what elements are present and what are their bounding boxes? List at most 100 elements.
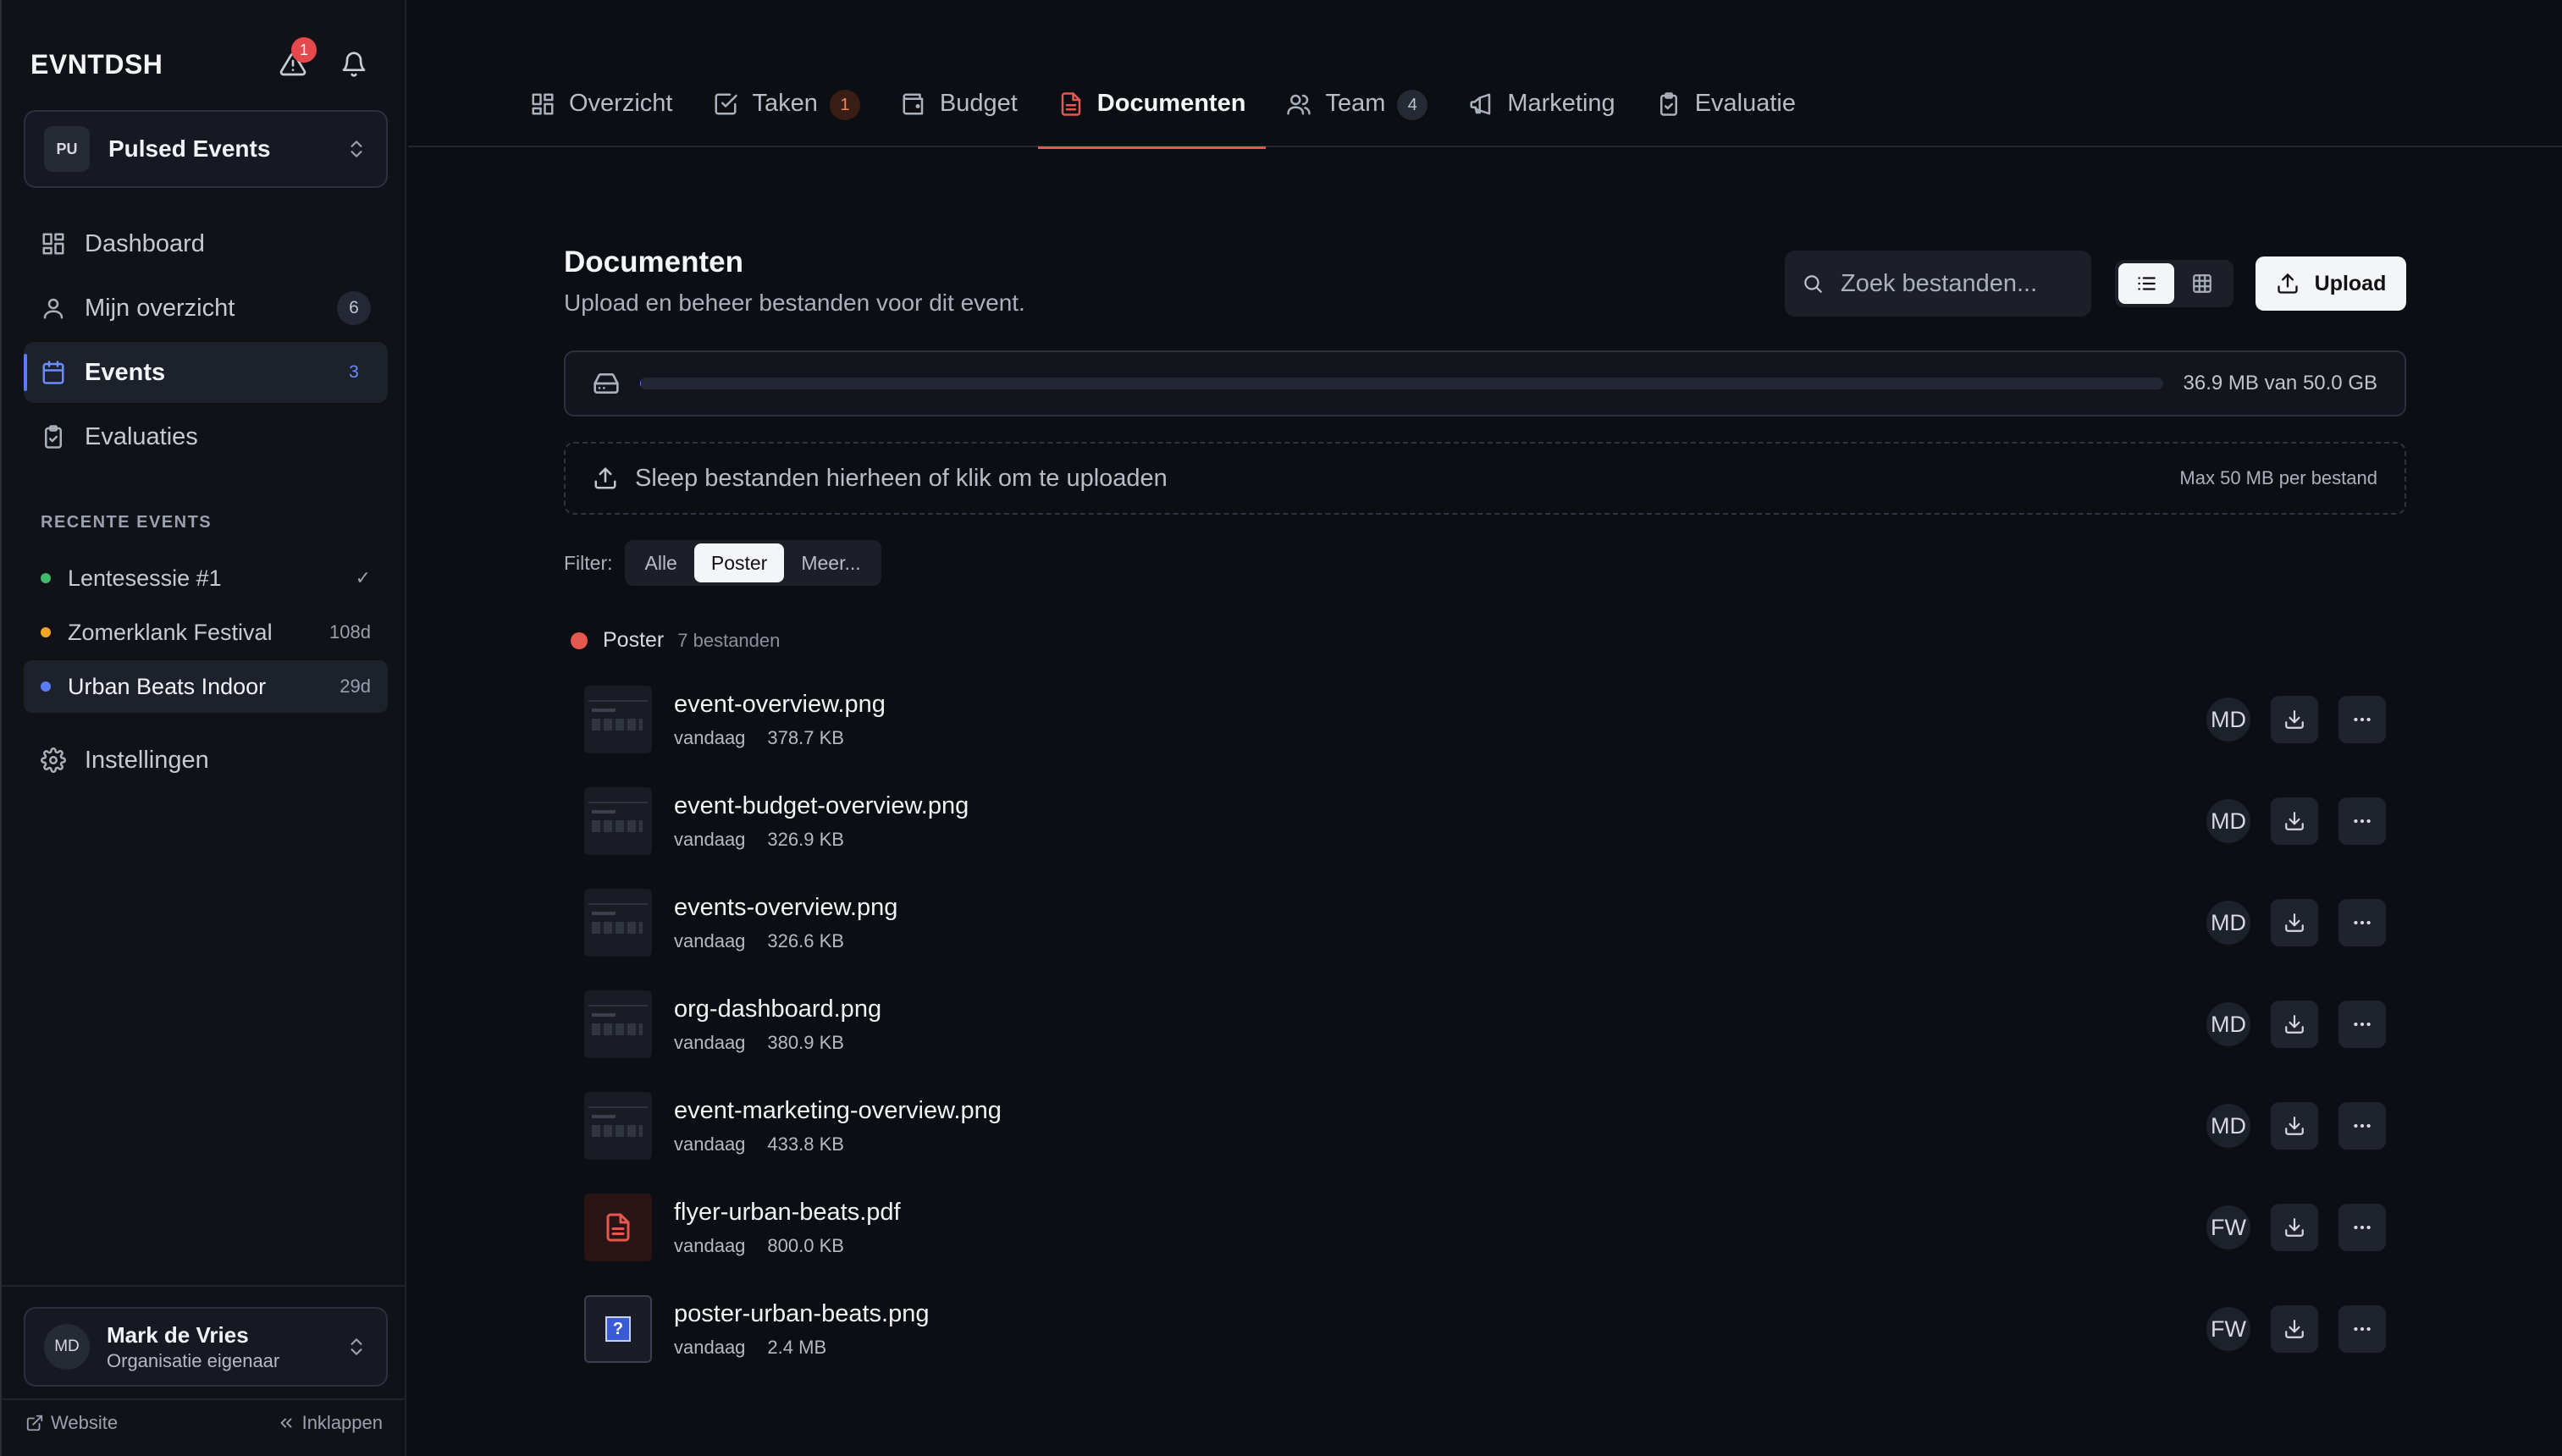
more-options-button[interactable]: [2338, 899, 2386, 946]
more-horizontal-icon: [2354, 819, 2371, 824]
filter-chips: Alle Poster Meer...: [624, 540, 881, 586]
nav-item-evaluaties[interactable]: Evaluaties: [24, 406, 388, 467]
tab-label: Evaluatie: [1694, 90, 1796, 117]
brand-row: EVNTDSH 1: [30, 37, 384, 88]
file-name[interactable]: event-budget-overview.png: [674, 792, 969, 820]
user-menu[interactable]: MD Mark de Vries Organisatie eigenaar: [24, 1307, 388, 1387]
file-name[interactable]: org-dashboard.png: [674, 995, 881, 1023]
file-date: vandaag: [674, 1234, 746, 1256]
more-options-button[interactable]: [2338, 1001, 2386, 1048]
dropzone-max-size: Max 50 MB per bestand: [2179, 467, 2377, 488]
file-name[interactable]: events-overview.png: [674, 894, 897, 922]
file-row[interactable]: flyer-urban-beats.pdf vandaag 800.0 KB FW: [564, 1177, 2406, 1278]
website-link[interactable]: Website: [25, 1412, 118, 1434]
tab-budget[interactable]: Budget: [881, 74, 1038, 147]
more-options-button[interactable]: [2338, 1204, 2386, 1251]
filter-chip-alle[interactable]: Alle: [628, 543, 694, 582]
file-date: vandaag: [674, 1133, 746, 1155]
nav-item-instellingen[interactable]: Instellingen: [24, 730, 388, 791]
file-row[interactable]: event-overview.png vandaag 378.7 KB MD: [564, 669, 2406, 770]
bell-icon: [342, 52, 366, 77]
recent-events-list: Lentesessie #1 ✓ Zomerklank Festival 108…: [24, 552, 388, 714]
owner-avatar: MD: [2206, 799, 2250, 843]
download-icon: [2285, 1117, 2304, 1135]
tab-count-badge: 4: [1397, 90, 1428, 120]
grid-icon: [2193, 274, 2211, 293]
search-input[interactable]: Zoek bestanden...: [1785, 251, 2091, 317]
nav-label: Evaluaties: [85, 422, 198, 450]
more-options-button[interactable]: [2338, 797, 2386, 845]
tab-evaluatie[interactable]: Evaluatie: [1636, 74, 1816, 147]
upload-dropzone[interactable]: Sleep bestanden hierheen of klik om te u…: [564, 442, 2406, 515]
owner-avatar: MD: [2206, 901, 2250, 945]
status-dot: [41, 681, 51, 692]
file-row[interactable]: event-marketing-overview.png vandaag 433.8…: [564, 1075, 2406, 1177]
file-name[interactable]: poster-urban-beats.png: [674, 1300, 929, 1328]
filter-label: Filter:: [564, 551, 613, 574]
filter-bar: Filter: Alle Poster Meer...: [564, 540, 881, 586]
file-name[interactable]: event-marketing-overview.png: [674, 1097, 1002, 1125]
search-placeholder: Zoek bestanden...: [1841, 269, 2038, 297]
download-button[interactable]: [2271, 696, 2318, 743]
nav-item-events[interactable]: Events 3: [24, 342, 388, 403]
download-button[interactable]: [2271, 1204, 2318, 1251]
file-date: vandaag: [674, 929, 746, 951]
storage-progress-bar: [640, 378, 2163, 389]
download-icon: [2285, 1218, 2304, 1237]
tab-taken[interactable]: Taken 1: [693, 74, 880, 147]
recent-event-item[interactable]: Lentesessie #1 ✓: [24, 552, 388, 604]
recent-event-item[interactable]: Urban Beats Indoor 29d: [24, 660, 388, 713]
team-icon: [1287, 94, 1311, 115]
more-horizontal-icon: [2354, 717, 2371, 722]
download-button[interactable]: [2271, 1305, 2318, 1353]
download-button[interactable]: [2271, 1001, 2318, 1048]
file-size: 800.0 KB: [767, 1234, 844, 1256]
list-view-button[interactable]: [2118, 263, 2174, 304]
tab-team[interactable]: Team 4: [1266, 74, 1448, 147]
dropzone-text: Sleep bestanden hierheen of klik om te u…: [635, 464, 1168, 492]
storage-progress-fill: [640, 378, 642, 389]
file-row[interactable]: event-budget-overview.png vandaag 326.9 KB…: [564, 770, 2406, 872]
more-options-button[interactable]: [2338, 1305, 2386, 1353]
collapse-sidebar-button[interactable]: Inklappen: [277, 1412, 383, 1434]
alert-count-badge: 1: [291, 37, 317, 63]
file-name[interactable]: event-overview.png: [674, 691, 886, 719]
divider: [2, 1285, 405, 1287]
recent-events-title: RECENTE EVENTS: [41, 513, 213, 532]
file-row[interactable]: org-dashboard.png vandaag 380.9 KB MD: [564, 973, 2406, 1075]
gear-icon: [41, 747, 66, 773]
external-link-icon: [26, 1415, 43, 1431]
image-placeholder-icon: ?: [605, 1316, 631, 1342]
download-button[interactable]: [2271, 1102, 2318, 1150]
filter-chip-meer[interactable]: Meer...: [784, 543, 877, 582]
file-size: 433.8 KB: [767, 1133, 844, 1155]
upload-icon: [594, 467, 616, 489]
nav-count-badge: 3: [349, 362, 359, 382]
download-button[interactable]: [2271, 797, 2318, 845]
grid-view-button[interactable]: [2174, 263, 2230, 304]
more-options-button[interactable]: [2338, 1102, 2386, 1150]
documents-toolbar: Zoek bestanden... Upload: [1785, 251, 2406, 317]
chevrons-left-icon: [280, 1418, 291, 1428]
recent-event-item[interactable]: Zomerklank Festival 108d: [24, 606, 388, 659]
more-options-button[interactable]: [2338, 696, 2386, 743]
owner-avatar: FW: [2206, 1205, 2250, 1249]
brand-logo[interactable]: EVNTDSH: [30, 49, 163, 80]
upload-button[interactable]: Upload: [2256, 256, 2406, 311]
org-avatar: PU: [44, 126, 90, 172]
notifications-button[interactable]: [339, 49, 369, 80]
org-switcher[interactable]: PU Pulsed Events: [24, 110, 388, 188]
file-row[interactable]: events-overview.png vandaag 326.6 KB MD: [564, 872, 2406, 973]
nav-label: Mijn overzicht: [85, 294, 235, 322]
tab-overzicht[interactable]: Overzicht: [510, 74, 693, 147]
file-name[interactable]: flyer-urban-beats.pdf: [674, 1199, 901, 1227]
file-row[interactable]: ? poster-urban-beats.png vandaag 2.4 MB FW: [564, 1278, 2406, 1380]
filter-chip-poster[interactable]: Poster: [693, 543, 785, 582]
tab-marketing[interactable]: Marketing: [1448, 74, 1635, 147]
nav-item-mijn-overzicht[interactable]: Mijn overzicht 6: [24, 278, 388, 339]
tab-documenten[interactable]: Documenten: [1037, 74, 1267, 149]
alert-button[interactable]: 1: [278, 37, 317, 80]
download-button[interactable]: [2271, 899, 2318, 946]
download-icon: [2285, 812, 2304, 830]
nav-item-dashboard[interactable]: Dashboard: [24, 213, 388, 274]
